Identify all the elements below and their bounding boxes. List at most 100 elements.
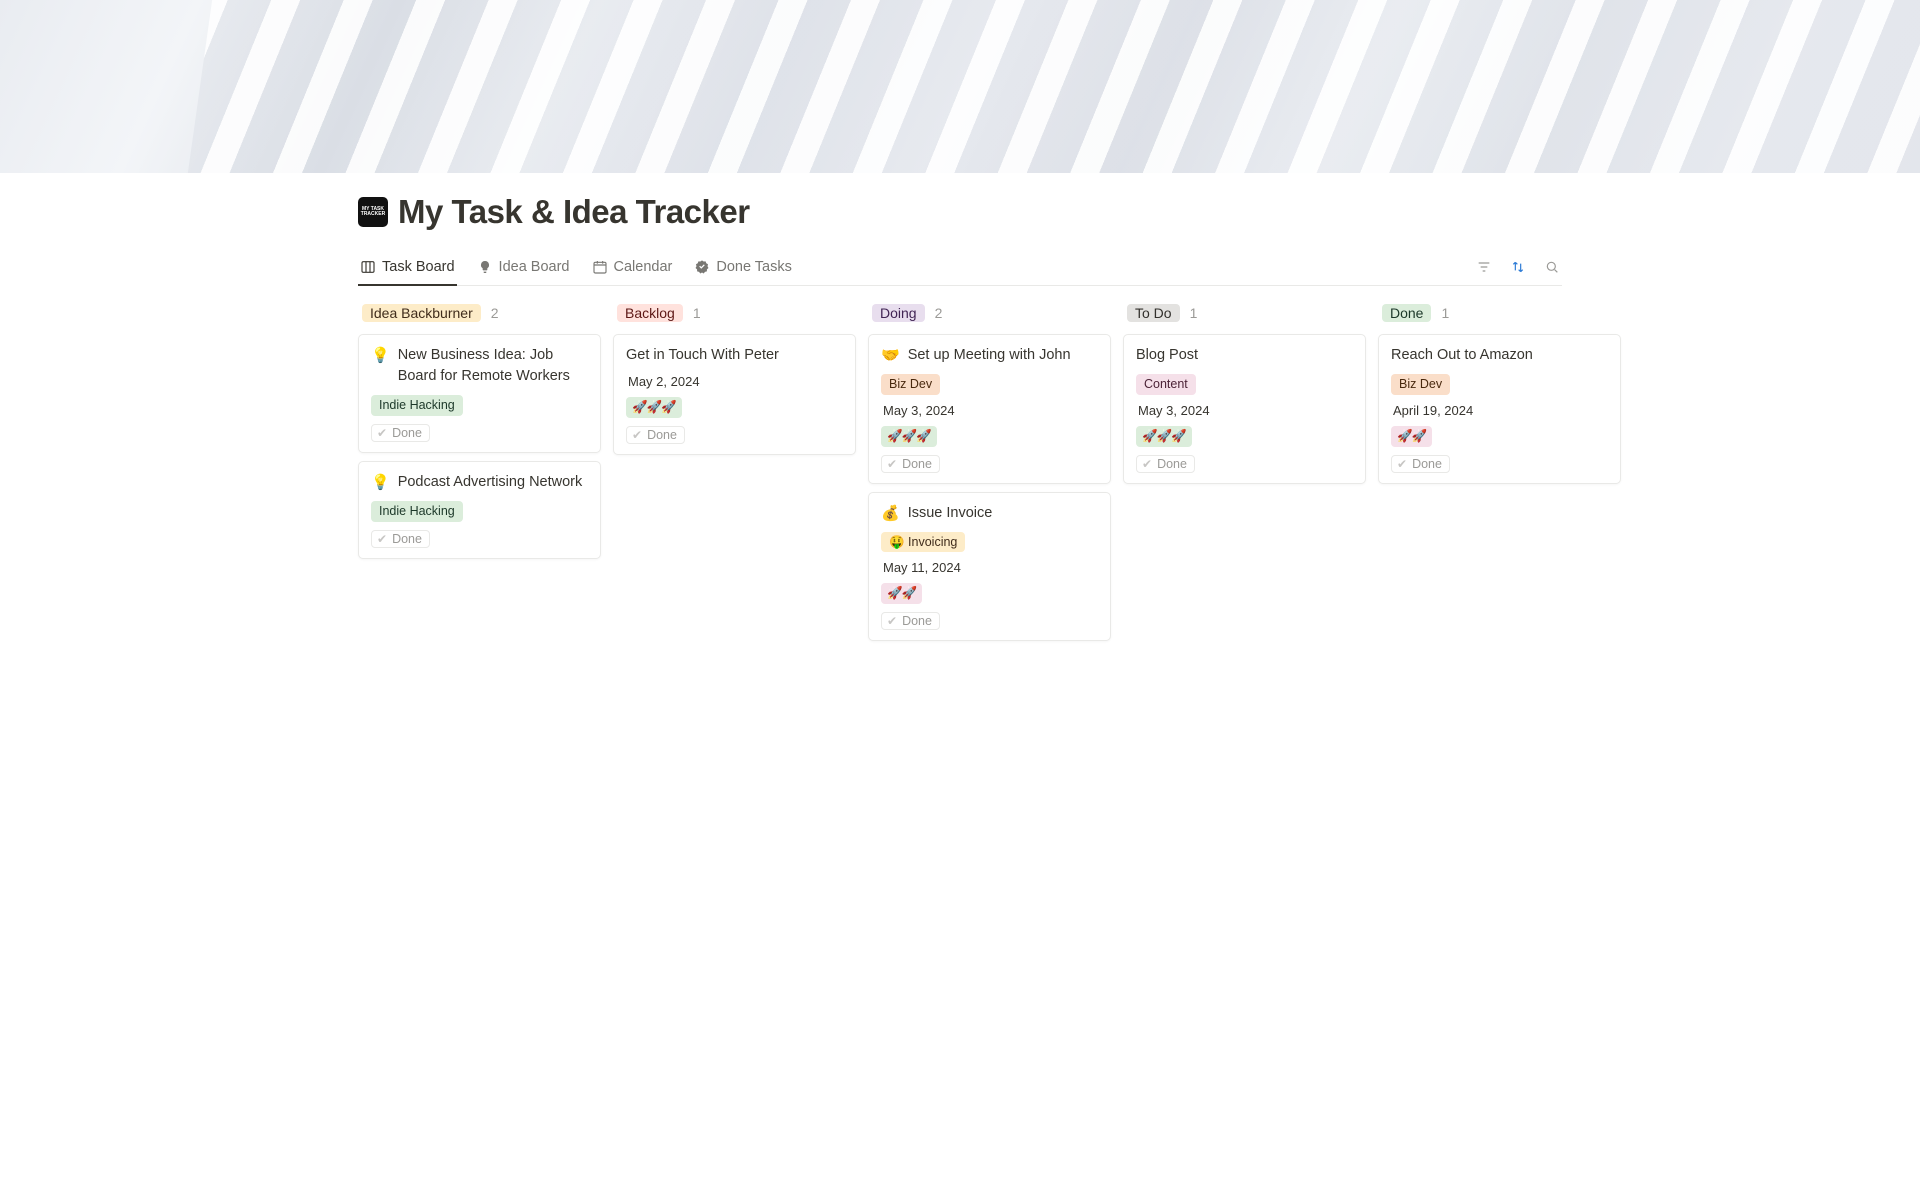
tab-task-board[interactable]: Task Board [358,253,457,286]
kanban-board: Idea Backburner 2 💡 New Business Idea: Job … [358,302,1562,641]
tab-label: Calendar [614,259,673,275]
card-date: April 19, 2024 [1391,403,1608,418]
view-tabs: Task Board Idea Board Calendar Done Tasks [358,253,794,285]
done-label: Done [392,532,422,546]
card-date: May 11, 2024 [881,560,1098,575]
column-header[interactable]: Idea Backburner 2 [358,302,601,326]
card-title: New Business Idea: Job Board for Remote … [398,345,588,387]
column-idea-backburner: Idea Backburner 2 💡 New Business Idea: Job … [358,302,601,559]
card-tag: Indie Hacking [371,395,463,416]
column-header[interactable]: Done1 [1378,302,1621,326]
card-title-row: 🤝 Set up Meeting with John [881,345,1098,366]
card-title: Set up Meeting with John [908,345,1071,366]
card-tag: 🤑 Invoicing [881,532,965,553]
done-label: Done [647,428,677,442]
check-icon: ✔ [1397,457,1407,471]
card-title-row: Reach Out to Amazon [1391,345,1608,366]
board-icon [360,259,376,275]
card-title: Podcast Advertising Network [398,472,583,493]
check-icon: ✔ [377,532,387,546]
card-title: Get in Touch With Peter [626,345,779,366]
card[interactable]: Blog Post Content May 3, 2024 🚀🚀🚀 ✔ Done [1123,334,1366,484]
card-priority: 🚀🚀🚀 [1136,426,1192,447]
column-count: 1 [1441,305,1449,321]
column-label: Idea Backburner [362,304,481,322]
column-count: 1 [693,305,701,321]
tab-done-tasks[interactable]: Done Tasks [692,253,794,286]
check-icon: ✔ [887,457,897,471]
card[interactable]: 🤝 Set up Meeting with John Biz Dev May 3, 2… [868,334,1111,484]
column-backlog: Backlog 1 Get in Touch With Peter May 2, 20… [613,302,856,455]
done-pill[interactable]: ✔ Done [881,612,940,630]
column-count: 2 [935,305,943,321]
card[interactable]: Reach Out to Amazon Biz Dev April 19, 2024… [1378,334,1621,484]
column-label: Doing [872,304,925,322]
card-title: Reach Out to Amazon [1391,345,1533,366]
done-pill[interactable]: ✔ Done [1136,455,1195,473]
column-header[interactable]: Backlog 1 [613,302,856,326]
card-tag: Biz Dev [881,374,940,395]
tab-label: Done Tasks [716,259,792,275]
done-label: Done [1157,457,1187,471]
page-icon[interactable]: MY TASK TRACKER [358,197,388,227]
column-header[interactable]: Doing 2 [868,302,1111,326]
page-title[interactable]: My Task & Idea Tracker [398,193,750,231]
card-tag: Content [1136,374,1196,395]
tab-label: Idea Board [499,259,570,275]
column-label: To Do [1127,304,1180,322]
card-priority: 🚀🚀 [881,583,922,604]
page-cover [0,0,1920,173]
bulb-icon [477,259,493,275]
check-icon: ✔ [887,614,897,628]
card-emoji-icon: 💰 [881,503,900,524]
column-label: Backlog [617,304,683,322]
card-date: May 3, 2024 [1136,403,1353,418]
card[interactable]: 💰 Issue Invoice 🤑 Invoicing May 11, 2024 🚀🚀 ✔… [868,492,1111,642]
check-icon: ✔ [1142,457,1152,471]
column-count: 1 [1190,305,1198,321]
card[interactable]: Get in Touch With Peter May 2, 2024 🚀🚀🚀 ✔ Do… [613,334,856,455]
done-pill[interactable]: ✔Done [881,455,940,473]
done-label: Done [1412,457,1442,471]
done-label: Done [902,614,932,628]
tab-label: Task Board [382,259,455,275]
column-count: 2 [491,305,499,321]
card[interactable]: 💡 New Business Idea: Job Board for Remote… [358,334,601,453]
card-priority: 🚀🚀 [1391,426,1432,447]
sort-button[interactable] [1508,257,1528,277]
done-label: Done [392,426,422,440]
view-toolbar [1474,257,1562,281]
column-to-do: To Do 1 Blog Post Content May 3, 2024 🚀🚀🚀 ✔ Don… [1123,302,1366,484]
done-pill[interactable]: ✔Done [371,424,430,442]
card-tag: Indie Hacking [371,501,463,522]
card-date: May 3, 2024 [881,403,1098,418]
tab-idea-board[interactable]: Idea Board [475,253,572,286]
card-title-row: 💡 Podcast Advertising Network [371,472,588,493]
card-title-row: Get in Touch With Peter [626,345,843,366]
column-header[interactable]: To Do 1 [1123,302,1366,326]
card-date: May 2, 2024 [626,374,843,389]
done-pill[interactable]: ✔ Done [1391,455,1450,473]
card-title-row: 💰 Issue Invoice [881,503,1098,524]
card-title-row: Blog Post [1136,345,1353,366]
card-priority: 🚀🚀🚀 [626,397,682,418]
tab-calendar[interactable]: Calendar [590,253,675,286]
title-row: MY TASK TRACKER My Task & Idea Tracker [358,173,1562,231]
done-pill[interactable]: ✔ Done [371,530,430,548]
done-pill[interactable]: ✔ Done [626,426,685,444]
card-title-row: 💡 New Business Idea: Job Board for Remote… [371,345,588,387]
filter-button[interactable] [1474,257,1494,277]
search-button[interactable] [1542,257,1562,277]
card-title: Issue Invoice [908,503,993,524]
calendar-icon [592,259,608,275]
card-emoji-icon: 🤝 [881,345,900,366]
card-emoji-icon: 💡 [371,472,390,493]
card-tag: Biz Dev [1391,374,1450,395]
check-badge-icon [694,259,710,275]
column-doing: Doing 2 🤝 Set up Meeting with John Biz Dev Ma… [868,302,1111,641]
card-title: Blog Post [1136,345,1198,366]
card[interactable]: 💡 Podcast Advertising Network Indie Hackin… [358,461,601,559]
card-emoji-icon: 💡 [371,345,390,366]
check-icon: ✔ [632,428,642,442]
view-tabs-row: Task Board Idea Board Calendar Done Tasks [358,253,1562,286]
